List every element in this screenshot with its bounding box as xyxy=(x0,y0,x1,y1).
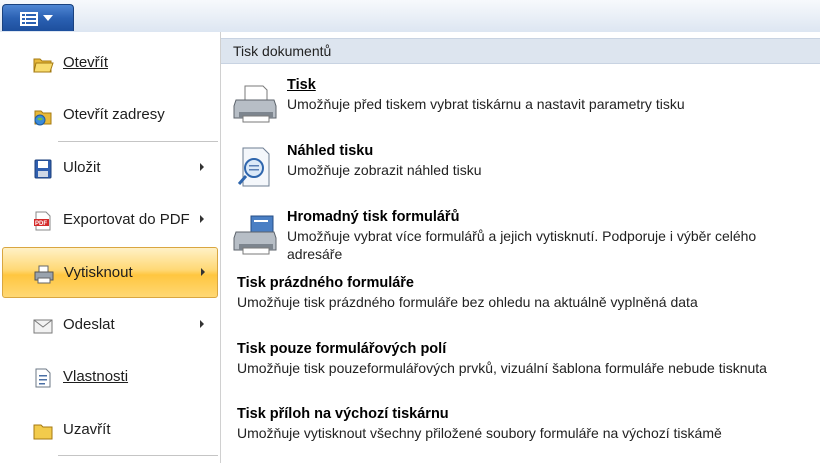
submenu-header: Tisk dokumentů xyxy=(221,38,820,64)
menu-item-export-pdf[interactable]: PDF Exportovat do PDF xyxy=(2,195,218,246)
printer-icon xyxy=(34,265,54,284)
chevron-down-icon xyxy=(43,15,53,21)
menu-item-print[interactable]: Vytisknout xyxy=(2,247,218,298)
menu-item-print-label: Vytisknout xyxy=(64,264,133,281)
submenu-arrow-icon xyxy=(201,268,205,276)
submenu-arrow-icon xyxy=(200,163,204,171)
menu-item-open-from-address-label: Otevřít zadresy xyxy=(63,106,165,123)
option-print-attachments[interactable]: Tisk příloh na výchozí tiskárnu Umožňuje… xyxy=(237,406,807,442)
option-print-form-fields-only-title: Tisk pouze formulářových polí xyxy=(237,341,447,357)
option-batch-print-title: Hromadný tisk formulářů xyxy=(287,209,460,225)
menu-item-close-label: Uzavřít xyxy=(63,421,111,438)
option-print-empty-form[interactable]: Tisk prázdného formuláře Umožňuje tisk p… xyxy=(237,275,807,311)
print-preview-icon xyxy=(237,147,270,187)
submenu-arrow-icon xyxy=(200,215,204,223)
envelope-icon xyxy=(33,319,53,334)
option-batch-print-description: Umožňuje vybrat více formulářů a jejich … xyxy=(287,228,757,262)
menu-separator xyxy=(58,455,218,456)
option-print-empty-form-description: Umožňuje tisk prázdného formuláře bez oh… xyxy=(237,294,698,310)
open-from-address-icon xyxy=(34,110,52,126)
menu-item-send-label: Odeslat xyxy=(63,316,115,333)
option-print-empty-form-title: Tisk prázdného formuláře xyxy=(237,275,414,291)
ribbon-bar xyxy=(0,0,820,33)
submenu-header-title: Tisk dokumentů xyxy=(233,43,332,59)
menu-item-save[interactable]: Uložit xyxy=(2,143,218,194)
menu-separator xyxy=(58,141,218,142)
option-print-form-fields-only[interactable]: Tisk pouze formulářových polí Umožňuje t… xyxy=(237,341,777,377)
menu-item-open-from-address[interactable]: Otevřít zadresy xyxy=(2,90,218,141)
menu-item-save-label: Uložit xyxy=(63,159,101,176)
menu-left-list: Otevřít Otevřít zadresy Uložit PDF Expor… xyxy=(0,32,220,463)
printer-large-icon xyxy=(233,85,277,123)
option-print-form-fields-only-description: Umožňuje tisk pouzeformulářových prvků, … xyxy=(237,360,767,376)
menu-item-send[interactable]: Odeslat xyxy=(2,300,218,351)
application-menu-button[interactable] xyxy=(2,4,74,31)
option-print-attachments-description: Umožňuje vytisknout všechny přiložené so… xyxy=(237,425,722,441)
application-menu: Otevřít Otevřít zadresy Uložit PDF Expor… xyxy=(0,32,820,463)
submenu-arrow-icon xyxy=(200,320,204,328)
document-menu-icon xyxy=(20,12,38,26)
menu-item-open[interactable]: Otevřít xyxy=(2,38,218,89)
option-print-title: Tisk xyxy=(287,77,316,93)
batch-print-icon xyxy=(233,215,277,255)
menu-item-open-label: Otevřít xyxy=(63,54,109,71)
folder-close-icon xyxy=(33,424,53,440)
option-batch-print[interactable]: Hromadný tisk formulářů Umožňuje vybrat … xyxy=(287,209,807,263)
save-disk-icon xyxy=(34,159,52,179)
svg-text:PDF: PDF xyxy=(35,221,47,227)
print-submenu-panel: Tisk dokumentů Tisk Umožňuje před tiskem… xyxy=(221,32,820,463)
menu-item-properties-label: Vlastnosti xyxy=(63,368,129,385)
menu-item-properties[interactable]: Vlastnosti xyxy=(2,352,218,403)
option-print-preview[interactable]: Náhled tisku Umožňuje zobrazit náhled ti… xyxy=(287,143,482,179)
menu-item-close[interactable]: Uzavřít xyxy=(2,405,218,456)
properties-icon xyxy=(35,368,51,388)
option-print[interactable]: Tisk Umožňuje před tiskem vybrat tiskárn… xyxy=(287,77,685,113)
folder-open-icon xyxy=(33,58,54,73)
pdf-icon: PDF xyxy=(34,211,51,231)
option-print-preview-description: Umožňuje zobrazit náhled tisku xyxy=(287,162,482,178)
option-print-attachments-title: Tisk příloh na výchozí tiskárnu xyxy=(237,406,449,422)
menu-item-export-pdf-label: Exportovat do PDF xyxy=(63,211,190,228)
option-print-description: Umožňuje před tiskem vybrat tiskárnu a n… xyxy=(287,96,685,112)
option-print-preview-title: Náhled tisku xyxy=(287,143,374,159)
